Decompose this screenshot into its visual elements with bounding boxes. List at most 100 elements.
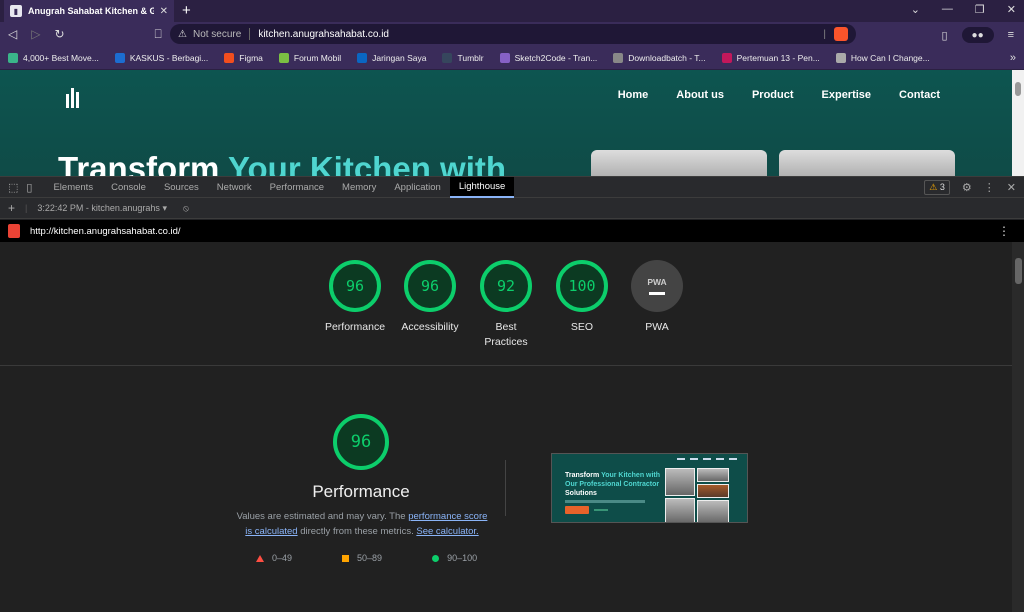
address-bar[interactable]: ⚠ Not secure kitchen.anugrahsahabat.co.i… (170, 24, 856, 44)
site-logo-icon[interactable] (62, 84, 84, 108)
warnings-badge[interactable]: ⚠ 3 (924, 180, 950, 195)
bookmark-label: Sketch2Code - Tran... (514, 52, 598, 63)
bookmark-item[interactable]: How Can I Change... (835, 52, 930, 63)
site-nav-link[interactable]: Home (618, 89, 649, 101)
bookmark-item[interactable]: Downloadbatch - T... (613, 52, 706, 63)
address-url: kitchen.anugrahsahabat.co.id (258, 28, 389, 40)
triangle-icon (256, 554, 264, 562)
bookmark-item[interactable]: Figma (224, 52, 263, 63)
site-nav-link[interactable]: Contact (899, 89, 940, 101)
restore-icon[interactable]: ❐ (975, 3, 985, 16)
vpn-icon[interactable]: ●● (961, 27, 994, 43)
device-toolbar-icon[interactable]: ▯ (26, 181, 32, 194)
menu-icon[interactable]: ≡ (1008, 29, 1014, 41)
performance-score: 96 (350, 432, 372, 452)
new-tab-icon[interactable]: + (182, 2, 191, 19)
clear-reports-icon[interactable]: ⦸ (183, 203, 189, 214)
gauge-label: Accessibility (401, 321, 459, 333)
brave-shields-icon[interactable] (834, 27, 848, 41)
gauge-accessibility[interactable]: 96 Accessibility (397, 260, 463, 335)
legend-fail-label: 0–49 (272, 553, 293, 563)
more-options-icon[interactable]: ⋮ (984, 181, 995, 194)
lighthouse-toolbar: + | 3:22:42 PM - kitchen.anugrahs ▾ ⦸ (0, 198, 1024, 219)
bookmark-item[interactable]: KASKUS - Berbagi... (114, 52, 209, 63)
bookmark-item[interactable]: 4,000+ Best Move... (8, 52, 99, 63)
inspect-icon[interactable]: ⬚ (8, 181, 18, 194)
gauge-score: 96 (420, 277, 440, 295)
page-scrollbar[interactable] (1012, 70, 1024, 176)
gauge-pwa[interactable]: PWA PWA (624, 260, 690, 335)
final-screenshot[interactable]: Transform Your Kitchen with Our Professi… (551, 453, 748, 523)
minimize-icon[interactable]: — (942, 3, 953, 16)
bookmark-icon[interactable]: ⎕ (155, 27, 162, 42)
report-url[interactable]: http://kitchen.anugrahsahabat.co.id/ (30, 226, 181, 237)
bookmark-item[interactable]: Sketch2Code - Tran... (499, 52, 598, 63)
lighthouse-logo-icon (8, 224, 20, 238)
bookmark-item[interactable]: Forum Mobil (278, 52, 342, 63)
section-divider (0, 365, 1012, 366)
settings-gear-icon[interactable]: ⚙ (962, 181, 972, 194)
new-report-icon[interactable]: + (8, 201, 15, 215)
thumb-button (565, 506, 589, 514)
thumb-image-2 (697, 468, 729, 482)
bookmark-label: KASKUS - Berbagi... (129, 52, 209, 63)
sidebar-icon[interactable]: ▯ (942, 29, 948, 42)
forward-icon[interactable]: ▷ (31, 27, 40, 41)
bookmark-label: Downloadbatch - T... (628, 52, 706, 63)
thumb-subtext (565, 500, 645, 503)
page-scroll-thumb[interactable] (1015, 82, 1021, 96)
bookmark-label: Tumblr (457, 52, 484, 63)
report-scrollbar[interactable] (1012, 242, 1024, 612)
warning-icon: ⚠ (178, 28, 187, 40)
devtools-tab-elements[interactable]: Elements (44, 177, 102, 198)
close-devtools-icon[interactable]: ✕ (1007, 181, 1016, 194)
tab-search-icon[interactable]: ⌄ (911, 3, 920, 16)
devtools-tab-sources[interactable]: Sources (155, 177, 208, 198)
devtools-tab-console[interactable]: Console (102, 177, 155, 198)
close-window-icon[interactable]: ✕ (1007, 3, 1016, 16)
thumb-link (594, 509, 608, 511)
report-menu-icon[interactable]: ⋮ (998, 224, 1010, 238)
pwa-badge-text: PWA (647, 277, 667, 287)
devtools-tab-performance[interactable]: Performance (261, 177, 333, 198)
devtools-tab-application[interactable]: Application (385, 177, 449, 198)
gauge-seo[interactable]: 100 SEO (549, 260, 615, 335)
gauge-performance[interactable]: 96 Performance (322, 260, 388, 335)
gauge-best-practices[interactable]: 92 Best Practices (473, 260, 539, 350)
see-calculator-link[interactable]: See calculator. (416, 526, 478, 537)
devtools-tab-lighthouse[interactable]: Lighthouse (449, 176, 515, 198)
more-bookmarks-icon[interactable]: » (1010, 52, 1016, 64)
bookmark-item[interactable]: Pertemuan 13 - Pen... (721, 52, 820, 63)
website-preview: Home About us Product Expertise Contact Tran… (0, 70, 1012, 176)
bookmark-favicon-icon (278, 52, 289, 63)
gauge-label: Best Practices (484, 321, 528, 348)
gauge-label: Performance (324, 321, 386, 333)
site-nav-link[interactable]: Expertise (822, 89, 872, 101)
bookmark-label: Forum Mobil (293, 52, 342, 63)
legend-average-label: 50–89 (357, 553, 383, 563)
devtools-tab-memory[interactable]: Memory (333, 177, 385, 198)
report-scroll-thumb[interactable] (1015, 258, 1022, 284)
legend-average: 50–89 (342, 553, 382, 563)
close-tab-icon[interactable]: ✕ (160, 6, 168, 17)
site-nav: Home About us Product Expertise Contact (618, 89, 940, 101)
devtools-tab-network[interactable]: Network (208, 177, 261, 198)
bookmark-item[interactable]: Jaringan Saya (357, 52, 427, 63)
performance-description: Values are estimated and may vary. The p… (232, 509, 492, 539)
gauge-ring: 96 (329, 260, 381, 312)
gauge-score: 100 (568, 277, 596, 295)
browser-tab[interactable]: ▮ Anugrah Sahabat Kitchen & Gas ✕ (4, 0, 174, 22)
reload-icon[interactable]: ↻ (54, 27, 64, 41)
performance-title: Performance (312, 482, 410, 501)
bookmark-favicon-icon (114, 52, 125, 63)
circle-icon (432, 554, 440, 562)
site-nav-link[interactable]: About us (676, 89, 724, 101)
legend-pass-label: 90–100 (447, 553, 478, 563)
toolbar-right: ▯ ●● ≡ (942, 27, 1014, 43)
back-icon[interactable]: ◁ (8, 27, 17, 41)
bookmark-item[interactable]: Tumblr (442, 52, 484, 63)
site-nav-link[interactable]: Product (752, 89, 794, 101)
gauge-label: SEO (570, 321, 594, 333)
bookmark-label: Jaringan Saya (372, 52, 427, 63)
report-select[interactable]: 3:22:42 PM - kitchen.anugrahs ▾ (37, 203, 167, 214)
